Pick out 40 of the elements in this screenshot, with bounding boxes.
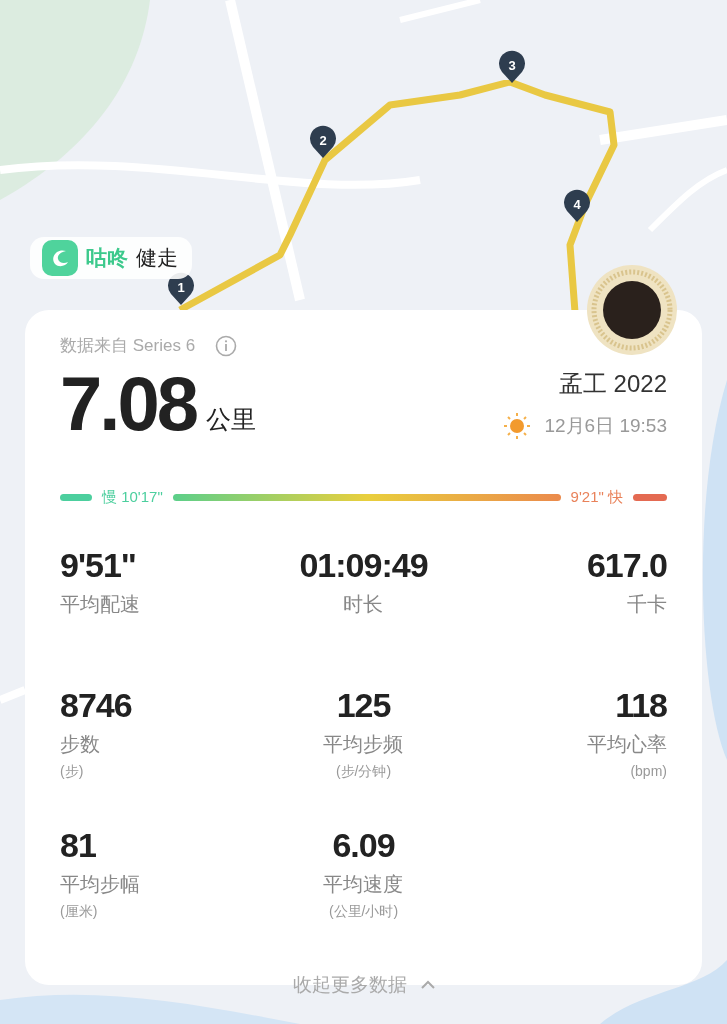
app-name: 咕咚: [86, 245, 128, 272]
distance-value: 7.08: [60, 364, 196, 444]
stat-label: 平均步幅: [60, 871, 140, 897]
stat-value: 125: [336, 684, 391, 725]
collapse-button[interactable]: 收起更多数据: [292, 970, 435, 999]
stat-label: 步数: [60, 731, 100, 757]
info-icon[interactable]: [215, 335, 238, 357]
stat-value: 8746: [60, 684, 132, 725]
stat-unit: (步/分钟): [335, 761, 392, 781]
stat-value: 81: [60, 824, 96, 865]
stat-value: 118: [615, 684, 667, 725]
stat-label: 时长: [343, 591, 384, 617]
stat-value: 01:09:49: [299, 544, 428, 585]
date-time: 12月6日 19:53: [544, 413, 667, 438]
stat-unit: (厘米): [60, 901, 98, 921]
stat-unit: (步): [60, 761, 84, 781]
slow-pace-bar: [60, 493, 92, 501]
fast-pace-label: 9'21" 快: [570, 487, 623, 507]
stat-value: 9'51": [60, 544, 136, 585]
data-source: 数据来自 Series 6: [60, 335, 196, 358]
fast-pace-bar: [633, 493, 667, 501]
stat-label: 平均配速: [60, 591, 140, 617]
stat-label: 平均步频: [323, 731, 404, 757]
chevron-up-icon: [420, 979, 435, 990]
route-marker: 4: [563, 189, 591, 223]
stat-unit: (公里/小时): [328, 901, 399, 921]
sun-icon: [504, 412, 531, 439]
stat-label: 平均速度: [323, 871, 404, 897]
route-marker: 2: [309, 125, 337, 159]
user-name: 孟工 2022: [558, 368, 667, 399]
app-logo-icon: [42, 240, 78, 276]
activity-type: 健走: [136, 245, 178, 272]
slow-pace-label: 慢 10'17": [102, 487, 163, 507]
stat-value: 6.09: [332, 824, 395, 865]
stat-label: 千卡: [627, 591, 667, 617]
stat-label: 平均心率: [587, 731, 667, 757]
route-marker: 3: [498, 50, 526, 84]
distance-unit: 公里: [205, 403, 256, 435]
stat-unit: (bpm): [630, 761, 667, 781]
stat-value: 617.0: [586, 544, 667, 585]
